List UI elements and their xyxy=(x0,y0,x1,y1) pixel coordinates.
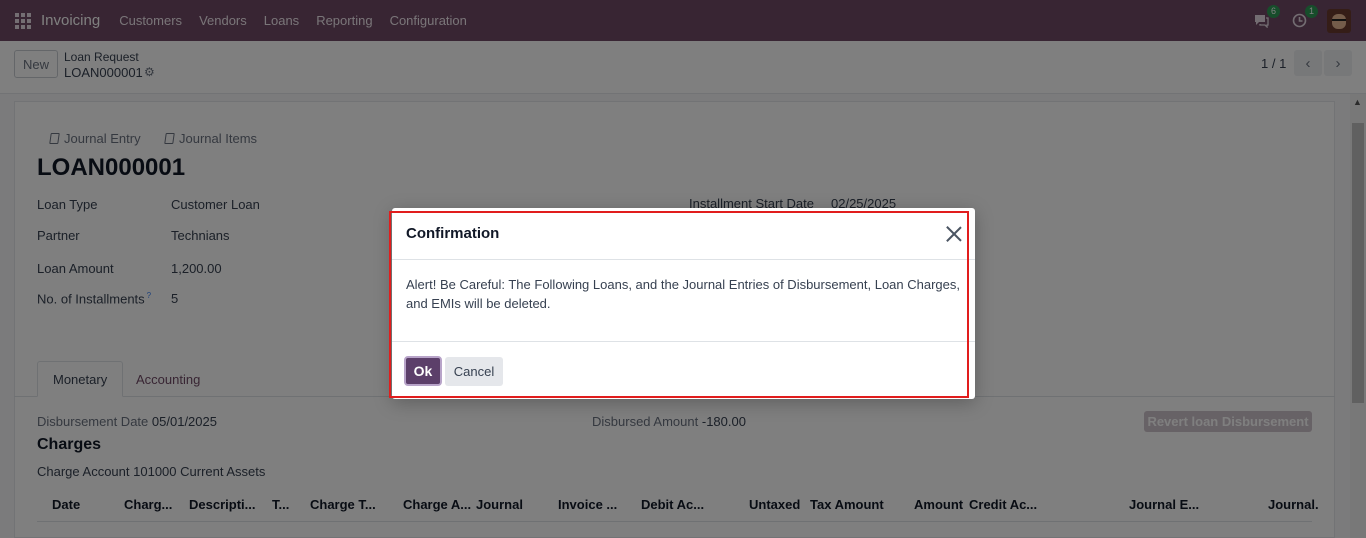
ok-button[interactable]: Ok xyxy=(404,356,442,386)
dialog-message: Alert! Be Careful: The Following Loans, … xyxy=(406,277,961,311)
dialog-title: Confirmation xyxy=(406,225,500,242)
dialog-header: Confirmation xyxy=(392,208,975,260)
confirmation-dialog: Confirmation Alert! Be Careful: The Foll… xyxy=(392,208,975,399)
close-icon[interactable] xyxy=(944,224,964,244)
cancel-button[interactable]: Cancel xyxy=(445,357,503,386)
dialog-footer: Ok Cancel xyxy=(392,341,975,399)
